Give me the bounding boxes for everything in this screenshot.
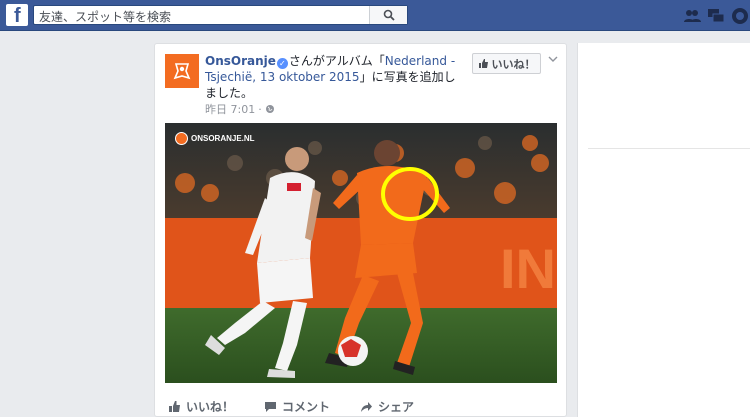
like-button[interactable]: いいね！ xyxy=(168,396,234,416)
messages-icon[interactable] xyxy=(706,6,726,26)
top-bar: f 友達、スポット等を検索 xyxy=(0,0,750,31)
search-icon xyxy=(383,9,395,21)
football-photo: IN xyxy=(165,123,557,383)
page-avatar[interactable] xyxy=(165,54,199,88)
chevron-down-icon[interactable] xyxy=(548,56,558,63)
post-actions: いいね！ コメント シェア xyxy=(165,396,557,416)
watermark-text: ONSORANJE.NL xyxy=(191,134,255,143)
lion-logo-icon xyxy=(173,63,191,80)
share-button[interactable]: シェア xyxy=(360,396,414,416)
photo-watermark: ONSORANJE.NL xyxy=(175,132,255,145)
share-icon xyxy=(361,401,373,412)
search-input[interactable]: 友達、スポット等を検索 xyxy=(39,8,171,25)
comment-icon xyxy=(265,401,277,412)
watermark-logo-icon xyxy=(175,132,188,145)
post-header: OnsOranje ✓ さんがアルバム「Nederland - Tsjechië, … xyxy=(205,53,467,101)
thumbs-up-icon xyxy=(169,400,180,412)
comment-button[interactable]: コメント xyxy=(264,396,330,416)
like-label: いいね！ xyxy=(186,399,235,414)
verified-badge-icon: ✓ xyxy=(276,58,288,69)
post-card: OnsOranje ✓ さんがアルバム「Nederland - Tsjechië, … xyxy=(154,43,567,417)
like-page-button[interactable]: いいね！ xyxy=(472,53,541,74)
page-name-link[interactable]: OnsOranje xyxy=(205,54,276,68)
svg-text:IN: IN xyxy=(500,237,556,300)
right-sidebar xyxy=(577,43,750,417)
search-box[interactable]: 友達、スポット等を検索 xyxy=(33,5,408,25)
thumbs-up-icon xyxy=(478,59,488,68)
facebook-logo[interactable]: f xyxy=(6,4,28,27)
globe-icon xyxy=(265,105,274,113)
search-button[interactable] xyxy=(369,6,407,24)
post-meta: 昨日 7:01 · xyxy=(205,101,275,117)
timestamp[interactable]: 昨日 7:01 xyxy=(205,101,255,117)
divider xyxy=(588,148,750,149)
like-page-label: いいね！ xyxy=(491,57,536,71)
comment-label: コメント xyxy=(282,399,331,414)
left-column xyxy=(0,32,150,417)
football xyxy=(338,336,368,366)
notifications-icon[interactable] xyxy=(730,6,750,26)
share-label: シェア xyxy=(378,399,415,414)
post-photo[interactable]: IN ONSORANJE.NL xyxy=(165,123,557,383)
friend-requests-icon[interactable] xyxy=(682,6,702,26)
header-text-mid: さんがアルバム「 xyxy=(288,54,385,68)
